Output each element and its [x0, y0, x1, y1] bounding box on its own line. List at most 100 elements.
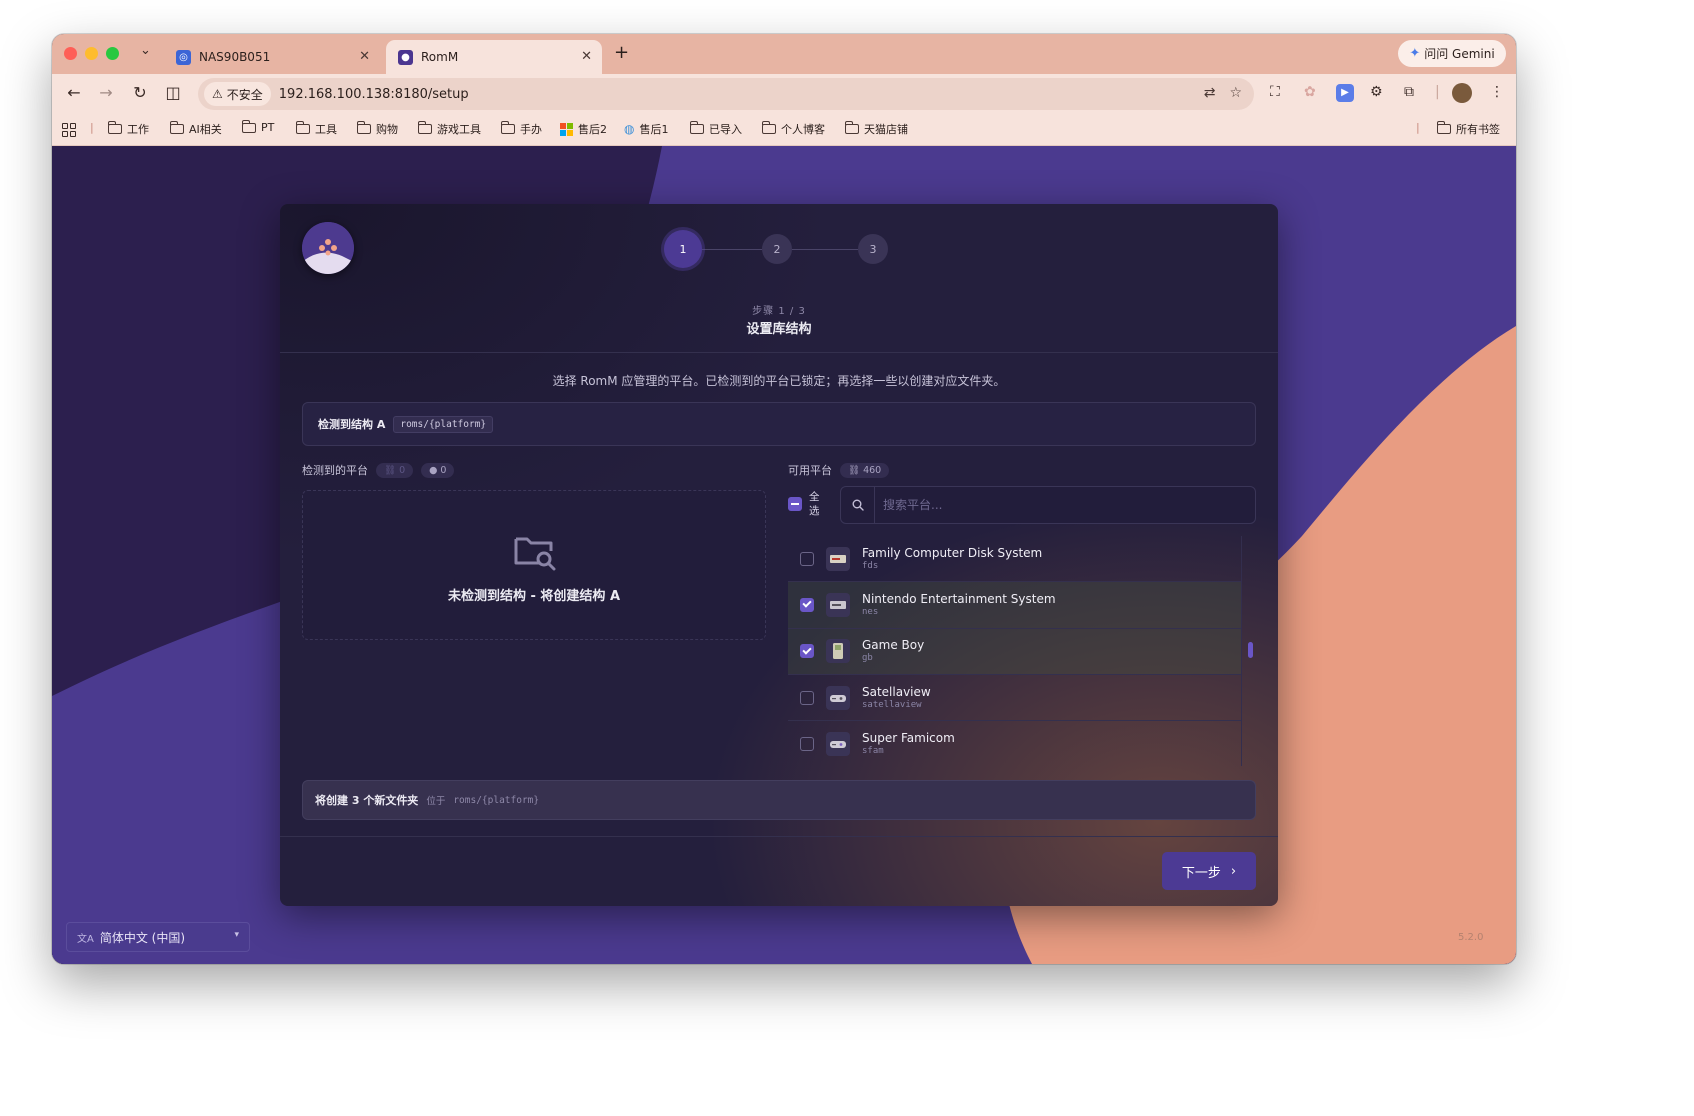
ask-gemini-button[interactable]: ✦ 问问 Gemini [1398, 40, 1506, 67]
puzzle-extensions-icon[interactable]: ⧉ [1404, 84, 1414, 100]
platform-name: Super Famicom [862, 730, 955, 745]
reload-icon[interactable]: ↻ [130, 83, 150, 102]
platform-row[interactable]: Super Famicom sfam [788, 721, 1241, 766]
dot-icon: ● [429, 464, 438, 476]
platform-row[interactable]: Satellaview satellaview [788, 675, 1241, 722]
folder-icon [242, 119, 256, 133]
create-location-path: roms/{platform} [453, 794, 540, 806]
forward-arrow-icon[interactable]: → [96, 83, 116, 102]
select-all-toggle[interactable]: 全选 [788, 490, 821, 518]
microsoft-logo-icon [560, 122, 573, 136]
all-bookmarks-folder[interactable]: 所有书签 [1437, 121, 1500, 137]
globe-icon: ◍ [624, 122, 635, 136]
platform-name: Game Boy [862, 638, 925, 653]
platform-row[interactable]: Family Computer Disk System fds [788, 536, 1241, 583]
bookmark-folder-imported[interactable]: 已导入 [690, 121, 742, 137]
console-icon [826, 592, 850, 617]
tab-close-icon[interactable]: ✕ [359, 49, 370, 64]
extension-icon-1[interactable]: ⛶ [1270, 84, 1280, 100]
platform-row[interactable]: Game Boy gb [788, 628, 1241, 675]
platform-checkbox[interactable] [800, 736, 814, 751]
close-window-button[interactable] [64, 47, 77, 60]
platform-checkbox[interactable] [800, 551, 814, 566]
bookmark-folder-work[interactable]: 工作 [108, 121, 149, 137]
platform-checkbox[interactable] [800, 597, 814, 612]
footer-divider [280, 836, 1278, 837]
bookmark-divider: | [1416, 121, 1420, 134]
platform-name: Family Computer Disk System [862, 545, 1043, 560]
platform-checkbox[interactable] [800, 690, 814, 705]
bookmark-folder-tmall[interactable]: 天猫店铺 [845, 121, 908, 137]
folder-search-icon [514, 537, 556, 571]
apps-grid-icon[interactable] [62, 123, 76, 137]
folder-icon [170, 121, 184, 134]
gamepad-logo-icon [302, 222, 354, 274]
bookmark-folder-ai[interactable]: AI相关 [170, 121, 222, 137]
tab-search-chevron-icon[interactable]: ⌄ [140, 43, 151, 58]
detected-platforms-label: 检测到的平台 [302, 464, 368, 477]
security-chip[interactable]: ⚠ 不安全 [204, 82, 271, 106]
extension-icon-3[interactable]: ▶ [1336, 84, 1354, 102]
browser-window: ⌄ ◎ NAS90B051 ✕ ● RomM ✕ + ✦ 问问 Gemini ←… [52, 34, 1516, 964]
language-selector[interactable]: 文A 简体中文 (中国) ▾ [66, 922, 250, 952]
url-text[interactable]: 192.168.100.138:8180/setup [279, 87, 469, 102]
bookmark-divider: | [90, 121, 94, 134]
bookmark-star-icon[interactable]: ☆ [1229, 85, 1242, 101]
bookmark-folder-pt[interactable]: PT [242, 119, 274, 134]
available-platforms-label: 可用平台 [788, 464, 832, 477]
platform-search[interactable] [840, 486, 1256, 524]
bookmark-folder-tools[interactable]: 工具 [296, 121, 337, 137]
tab-label: NAS90B051 [199, 50, 271, 64]
menu-kebab-icon[interactable]: ⋮ [1490, 84, 1504, 100]
create-folders-summary: 将创建 3 个新文件夹 位于 roms/{platform} [302, 780, 1256, 820]
link-icon: ⛓ [384, 464, 397, 476]
folder-icon [762, 121, 776, 134]
bookmarks-bar: | 工作 AI相关 PT 工具 购物 游戏工具 手办 售后2 ◍ 售后1 已导入 … [52, 114, 1516, 146]
split-view-icon[interactable]: ◫ [163, 83, 183, 102]
bookmark-folder-figures[interactable]: 手办 [501, 121, 542, 137]
console-icon [826, 546, 850, 571]
platform-checkbox[interactable] [800, 644, 814, 659]
tab-romm[interactable]: ● RomM ✕ [386, 40, 602, 74]
detected-dot-count: ● 0 [421, 462, 455, 478]
warning-triangle-icon: ⚠ [212, 87, 223, 101]
back-arrow-icon[interactable]: ← [64, 83, 84, 102]
folder-icon [845, 121, 859, 134]
platform-slug: satellaview [862, 699, 922, 710]
bookmark-folder-game-tools[interactable]: 游戏工具 [418, 121, 481, 137]
search-input[interactable] [883, 495, 1243, 515]
platform-text: Super Famicom sfam [862, 731, 955, 757]
tab-close-icon[interactable]: ✕ [581, 49, 592, 64]
platform-list-scrollbar[interactable] [1248, 642, 1253, 658]
zoom-window-button[interactable] [106, 47, 119, 60]
minimize-window-button[interactable] [85, 47, 98, 60]
extension-icon-2[interactable]: ✿ [1304, 84, 1316, 100]
tab-nas[interactable]: ◎ NAS90B051 ✕ [164, 40, 380, 74]
select-all-checkbox[interactable] [788, 497, 802, 511]
profile-avatar[interactable] [1452, 83, 1472, 103]
bookmark-folder-shopping[interactable]: 购物 [357, 121, 398, 137]
empty-state-text: 未检测到结构 - 将创建结构 A [447, 589, 621, 604]
console-icon [826, 685, 850, 710]
platform-name: Nintendo Entertainment System [862, 591, 1056, 606]
step-counter: 步骤 1 / 3 [752, 306, 806, 317]
header-divider [280, 352, 1278, 353]
next-step-button[interactable]: 下一步 › [1162, 852, 1256, 890]
page-content: 1 2 3 步骤 1 / 3 设置库结构 选择 RomM 应管理的平台。已检测到… [52, 146, 1516, 964]
platform-row[interactable]: Nintendo Entertainment System nes [788, 582, 1241, 629]
folder-icon [296, 121, 310, 134]
setup-description: 选择 RomM 应管理的平台。已检测到的平台已锁定；再选择一些以创建对应文件夹。 [552, 374, 1006, 388]
platform-text: Game Boy gb [862, 638, 924, 664]
gemini-sparkle-icon: ✦ [1409, 46, 1421, 61]
step-connector [702, 249, 762, 250]
translate-icon[interactable]: ⇄ [1204, 85, 1216, 101]
bookmark-aftersales-1[interactable]: ◍ 售后1 [624, 121, 668, 137]
create-location-prefix: 位于 [426, 796, 446, 807]
new-tab-button[interactable]: + [614, 42, 629, 63]
address-bar[interactable]: ⚠ 不安全 192.168.100.138:8180/setup ⇄ ☆ [198, 78, 1254, 110]
bookmark-folder-blog[interactable]: 个人博客 [762, 121, 825, 137]
select-all-label: 全选 [809, 491, 820, 517]
bookmark-aftersales-2[interactable]: 售后2 [560, 121, 607, 137]
language-label: 简体中文 (中国) [99, 930, 186, 945]
extension-icon-4[interactable]: ⚙ [1370, 84, 1383, 100]
